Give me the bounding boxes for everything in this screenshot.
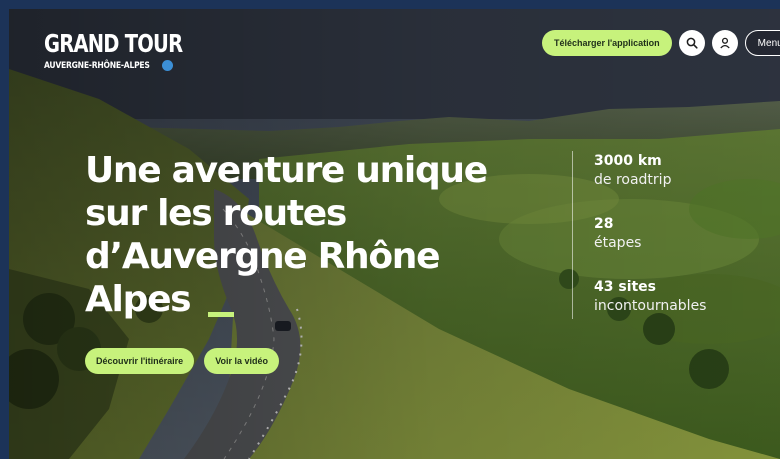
- stat-value: 43 sites: [594, 279, 657, 295]
- stat-label: étapes: [594, 235, 642, 251]
- headline-line: d’Auvergne Rhône: [85, 236, 441, 277]
- stat-item: 28 étapes: [594, 215, 706, 278]
- stat-item: 43 sites incontournables: [594, 278, 706, 341]
- stat-label: incontournables: [594, 298, 707, 314]
- header-actions: Télécharger l'application Menu: [542, 30, 780, 56]
- logo-subtitle-row: AUVERGNE-RHÔNE-ALPES: [44, 60, 221, 71]
- user-icon: [719, 37, 730, 49]
- stats-divider: [572, 151, 573, 319]
- menu-button[interactable]: Menu: [744, 30, 780, 56]
- search-icon: [686, 37, 698, 49]
- search-button[interactable]: [678, 30, 705, 56]
- hero-cta-row: Découvrir l'itinéraire Voir la vidéo: [85, 348, 280, 374]
- stat-item: 3000 km de roadtrip: [594, 152, 706, 215]
- hero-section: GRAND TOUR AUVERGNE-RHÔNE-ALPES Téléchar…: [9, 9, 780, 459]
- headline-accent-bar: [208, 312, 234, 317]
- hero-headline: Une aventure unique sur les routes d’Auv…: [85, 149, 515, 321]
- screenshot-frame: GRAND TOUR AUVERGNE-RHÔNE-ALPES Téléchar…: [0, 0, 780, 459]
- stat-value: 3000 km: [594, 153, 662, 169]
- watch-video-button[interactable]: Voir la vidéo: [204, 348, 280, 374]
- logo-title: GRAND TOUR: [44, 29, 183, 58]
- logo-subtitle: AUVERGNE-RHÔNE-ALPES: [44, 60, 150, 71]
- stat-value: 28: [594, 216, 614, 232]
- logo-badge-icon: [162, 60, 174, 71]
- stat-label: de roadtrip: [594, 172, 672, 188]
- grand-tour-logo[interactable]: GRAND TOUR AUVERGNE-RHÔNE-ALPES: [44, 30, 221, 71]
- headline-line: sur les routes: [85, 193, 347, 234]
- discover-itinerary-button[interactable]: Découvrir l'itinéraire: [85, 348, 195, 374]
- headline-line: Alpes: [85, 279, 192, 320]
- account-button[interactable]: [711, 30, 738, 56]
- headline-line: Une aventure unique: [85, 150, 488, 191]
- download-app-button[interactable]: Télécharger l'application: [542, 30, 672, 56]
- stats-list: 3000 km de roadtrip 28 étapes 43 sites i…: [594, 152, 706, 341]
